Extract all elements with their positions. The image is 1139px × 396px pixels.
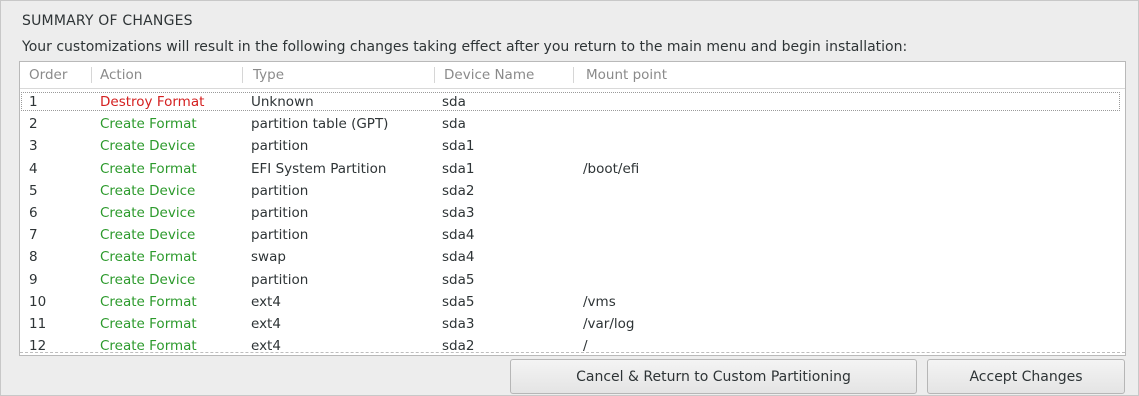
table-row[interactable]: 10 Create Format ext4 sda5/vms	[20, 291, 1125, 313]
action-cell: Create Format	[100, 116, 197, 133]
type-cell: Unknown	[251, 94, 314, 110]
table-row[interactable]: 5 Create Device partition sda2	[20, 180, 1125, 202]
type-cell: partition table (GPT)	[251, 116, 389, 133]
action-cell: Create Format	[100, 160, 197, 177]
action-cell: Destroy Format	[100, 94, 205, 110]
column-header-order[interactable]: Order	[29, 62, 67, 88]
column-header-type[interactable]: Type	[253, 62, 284, 88]
table-row[interactable]: 1 Destroy Format Unknown sda	[20, 91, 1125, 113]
order-cell: 8	[29, 249, 38, 266]
type-cell: ext4	[251, 293, 281, 310]
table-row[interactable]: 2 Create Format partition table (GPT) sda	[20, 113, 1125, 135]
type-cell: swap	[251, 249, 286, 266]
table-row[interactable]: 3 Create Device partition sda1	[20, 135, 1125, 157]
summary-dialog: SUMMARY OF CHANGES Your customizations w…	[0, 0, 1139, 396]
column-header-device-name[interactable]: Device Name	[444, 62, 534, 88]
action-cell: Create Format	[100, 249, 197, 266]
mount-point-cell: /boot/efi	[583, 160, 640, 177]
mount-point-cell: /var/log	[583, 316, 635, 332]
cancel-return-button[interactable]: Cancel & Return to Custom Partitioning	[510, 359, 917, 394]
order-cell: 1	[29, 94, 38, 110]
order-cell: 6	[29, 205, 38, 221]
table-header: Order Action Type Device Name Mount poin…	[20, 62, 1125, 89]
table-row[interactable]: 8 Create Format swap sda4	[20, 246, 1125, 268]
order-cell: 3	[29, 138, 38, 155]
type-cell: EFI System Partition	[251, 160, 387, 177]
action-cell: Create Device	[100, 271, 196, 288]
action-cell: Create Device	[100, 205, 196, 221]
action-cell: Create Device	[100, 138, 196, 155]
type-cell: partition	[251, 271, 309, 288]
column-separator[interactable]	[434, 67, 435, 83]
device-name-cell: sda2	[442, 182, 475, 199]
order-cell: 11	[29, 316, 47, 332]
device-name-cell: sda4	[442, 249, 475, 266]
order-cell: 7	[29, 227, 38, 244]
column-separator[interactable]	[242, 67, 243, 83]
device-name-cell: sda1	[442, 160, 475, 177]
action-cell: Create Device	[100, 227, 196, 244]
order-cell: 10	[29, 293, 47, 310]
changes-table[interactable]: Order Action Type Device Name Mount poin…	[19, 61, 1126, 356]
table-row[interactable]: 7 Create Device partition sda4	[20, 224, 1125, 246]
column-separator[interactable]	[91, 67, 92, 83]
device-name-cell: sda4	[442, 227, 475, 244]
accept-changes-button[interactable]: Accept Changes	[927, 359, 1125, 394]
dialog-subtitle: Your customizations will result in the f…	[22, 39, 908, 55]
order-cell: 4	[29, 160, 38, 177]
dialog-title: SUMMARY OF CHANGES	[22, 13, 193, 29]
table-scroll-edge	[20, 352, 1125, 354]
table-row[interactable]: 11 Create Format ext4 sda3/var/log	[20, 313, 1125, 335]
type-cell: ext4	[251, 316, 281, 332]
type-cell: partition	[251, 205, 309, 221]
table-row[interactable]: 4 Create Format EFI System Partition sda1/b…	[20, 158, 1125, 180]
mount-point-cell: /vms	[583, 293, 616, 310]
type-cell: partition	[251, 138, 309, 155]
column-header-mount-point[interactable]: Mount point	[586, 62, 667, 88]
table-row[interactable]: 9 Create Device partition sda5	[20, 269, 1125, 291]
device-name-cell: sda	[442, 116, 466, 133]
device-name-cell: sda3	[442, 316, 475, 332]
device-name-cell: sda	[442, 94, 466, 110]
order-cell: 2	[29, 116, 38, 133]
device-name-cell: sda1	[442, 138, 475, 155]
action-cell: Create Device	[100, 182, 196, 199]
order-cell: 5	[29, 182, 38, 199]
type-cell: partition	[251, 227, 309, 244]
device-name-cell: sda5	[442, 271, 475, 288]
device-name-cell: sda5	[442, 293, 475, 310]
action-cell: Create Format	[100, 316, 197, 332]
action-cell: Create Format	[100, 293, 197, 310]
type-cell: partition	[251, 182, 309, 199]
column-separator[interactable]	[573, 67, 574, 83]
table-row[interactable]: 6 Create Device partition sda3	[20, 202, 1125, 224]
order-cell: 9	[29, 271, 38, 288]
device-name-cell: sda3	[442, 205, 475, 221]
column-header-action[interactable]: Action	[100, 62, 142, 88]
